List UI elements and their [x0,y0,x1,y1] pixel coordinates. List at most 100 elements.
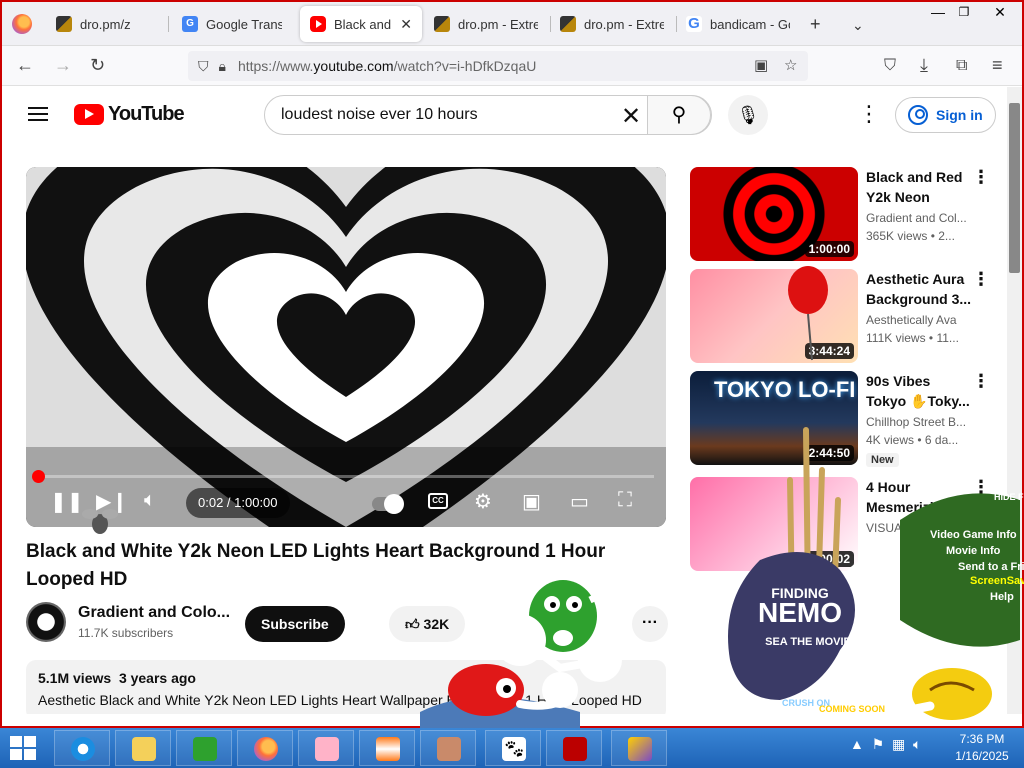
duration-badge: 3:44:24 [804,343,854,359]
recommendation-channel: Aesthetically Ava [866,313,957,327]
clear-search-icon[interactable]: ✕ [621,102,641,131]
recommendation-meta: 4K views • 6 da... [866,433,959,447]
extensions-icon[interactable]: ⧉ [956,57,967,75]
taskbar-firefox[interactable] [237,730,293,766]
url-text[interactable]: https://www.youtube.com/watch?v=i-hDfkDz… [238,58,536,74]
tab-google-translate[interactable]: G Google Transla [172,6,292,42]
duration-badge: 2:44:50 [804,445,854,461]
pause-icon[interactable]: ❚❚ [50,489,84,514]
search-button[interactable]: ⚲ [647,95,711,135]
taskbar-cartoon-app[interactable] [420,730,476,766]
back-arrow-icon[interactable]: ← [16,55,34,76]
more-options-icon[interactable]: ⋮ [972,477,990,498]
reload-icon[interactable]: ↻ [90,55,105,76]
taskbar-store[interactable] [176,730,232,766]
recommendation-item[interactable]: 1:00:00 Black and Red Y2k Neon LED... Gr… [690,167,1000,261]
progress-bar[interactable] [38,475,654,478]
subscribe-button[interactable]: Subscribe [245,606,345,642]
more-options-icon[interactable]: ⋮ [972,269,990,290]
recommendation-title[interactable]: 4 Hour Mesmerizing... [866,477,972,517]
restore-icon[interactable]: ❐ [948,2,980,24]
captions-icon[interactable]: CC [428,493,448,509]
tab-dro-pm-extreme-2[interactable]: dro.pm - Extrem [550,6,674,42]
sign-in-button[interactable]: Sign in [895,97,996,133]
firefox-icon[interactable] [12,14,32,34]
recommendation-item[interactable]: 3:44:24 Aesthetic Aura Background 3... A… [690,269,1000,363]
recommendation-meta: 365K views • 2... [866,229,955,243]
tab-title: Google Transla [206,16,282,32]
volume-icon[interactable]: 🔈︎ [144,489,156,512]
fullscreen-icon[interactable]: ⛶ [618,489,632,512]
picture-in-picture-icon[interactable]: ▣ [754,56,768,74]
recommendation-item[interactable]: TOKYO LO-FI 2:44:50 90s Vibes Tokyo ✋Tok… [690,371,1000,467]
recommendation-thumbnail[interactable]: 3:44:24 [690,269,858,363]
like-button[interactable]: 👍︎ 32K [389,606,466,642]
search-input[interactable] [281,106,611,124]
settings-gear-icon[interactable]: ⚙ [474,489,492,514]
game-icon [628,737,652,761]
flag-icon[interactable]: ⚑ [872,736,885,752]
person-icon [908,105,928,125]
recommendation-thumbnail[interactable]: 4:00:02 [690,477,858,571]
taskbar-file-explorer[interactable] [115,730,171,766]
next-icon[interactable]: ▶❙ [96,489,128,514]
piglet-icon [315,737,339,761]
miniplayer-icon[interactable]: ▣ [522,489,541,514]
hamburger-menu-icon[interactable] [28,107,48,121]
menu-icon[interactable]: ≡ [992,55,1003,76]
taskbar-game-app[interactable] [611,730,667,766]
speaker-icon[interactable]: 🔈︎ [913,736,921,752]
recommendation-title[interactable]: Aesthetic Aura Background 3... [866,269,972,309]
channel-name[interactable]: Gradient and Colo... [78,604,230,622]
youtube-logo[interactable]: YouTube [74,103,185,126]
microphone-icon[interactable]: 🎙︎ [728,95,768,135]
taskbar-nemo-app[interactable] [359,730,415,766]
network-icon[interactable]: ▦ [892,736,905,752]
more-actions-icon[interactable]: ··· [632,606,668,642]
video-title: Black and White Y2k Neon LED Lights Hear… [26,541,606,590]
address-bar[interactable]: ⛉ 🔒︎ https://www.youtube.com/watch?v=i-h… [188,51,808,81]
scrubber-handle[interactable] [32,470,45,483]
theater-mode-icon[interactable]: ▭ [570,489,589,514]
start-windows-icon[interactable] [10,736,36,760]
tab-dro-pm-z[interactable]: dro.pm/z [46,6,166,42]
pocket-icon[interactable]: ⛉ [884,57,896,75]
tab-dro-pm-extreme-1[interactable]: dro.pm - Extrem [424,6,548,42]
close-window-icon[interactable]: ✕ [984,2,1016,24]
taskbar-clock[interactable]: 7:36 PM 1/16/2025 [952,731,1012,765]
list-tabs-chevron-icon[interactable]: ⌄ [852,17,864,34]
lock-icon[interactable]: 🔒︎ [219,58,226,75]
recommendation-title[interactable]: Black and Red Y2k Neon LED... [866,167,972,207]
tracking-shield-icon[interactable]: ⛉ [198,58,209,75]
tray-expand-icon[interactable]: ▲ [850,736,864,752]
taskbar-piglet-app[interactable] [298,730,354,766]
forward-arrow-icon[interactable]: → [54,55,72,76]
recommendation-title[interactable]: 90s Vibes Tokyo ✋Toky... [866,371,972,411]
scrollbar-thumb[interactable] [1009,103,1020,273]
tab-youtube-active[interactable]: Black and W ✕ [300,6,422,42]
page-scrollbar[interactable] [1007,87,1022,714]
search-box: ✕ ⚲ [264,95,712,135]
channel-avatar[interactable] [26,602,66,642]
bookmark-star-icon[interactable]: ☆ [784,56,797,74]
taskbar-internet-explorer[interactable] [54,730,110,766]
taskbar-bandicam[interactable] [546,730,602,766]
more-options-icon[interactable]: ⋮ [972,371,990,392]
description-box[interactable]: 5.1M views 3 years ago Aesthetic Black a… [26,660,666,714]
tab-title: bandicam - Go [710,16,790,32]
firefox-icon [254,737,278,761]
close-tab-icon[interactable]: ✕ [400,16,412,33]
video-player[interactable]: ❚❚ ▶❙ 🔈︎ 0:02 / 1:00:00 CC ⚙ ▣ ▭ ⛶ [26,167,666,527]
tab-bandicam[interactable]: G bandicam - Go [676,6,800,42]
dro-icon [56,16,72,32]
downloads-icon[interactable]: ⤓ [920,55,928,76]
settings-dots-icon[interactable]: ⋮ [858,101,880,127]
autoplay-toggle[interactable] [372,494,404,514]
more-options-icon[interactable]: ⋮ [972,167,990,188]
new-tab-plus-icon[interactable]: + [810,14,821,35]
taskbar-paw-app[interactable]: 🐾︎ [485,730,541,766]
recommendation-thumbnail[interactable]: TOKYO LO-FI 2:44:50 [690,371,858,465]
recommendation-thumbnail[interactable]: 1:00:00 [690,167,858,261]
channel-row: Gradient and Colo... 11.7K subscribers S… [26,602,668,646]
recommendation-item[interactable]: 4:00:02 4 Hour Mesmerizing... VISUAL... … [690,477,1000,571]
